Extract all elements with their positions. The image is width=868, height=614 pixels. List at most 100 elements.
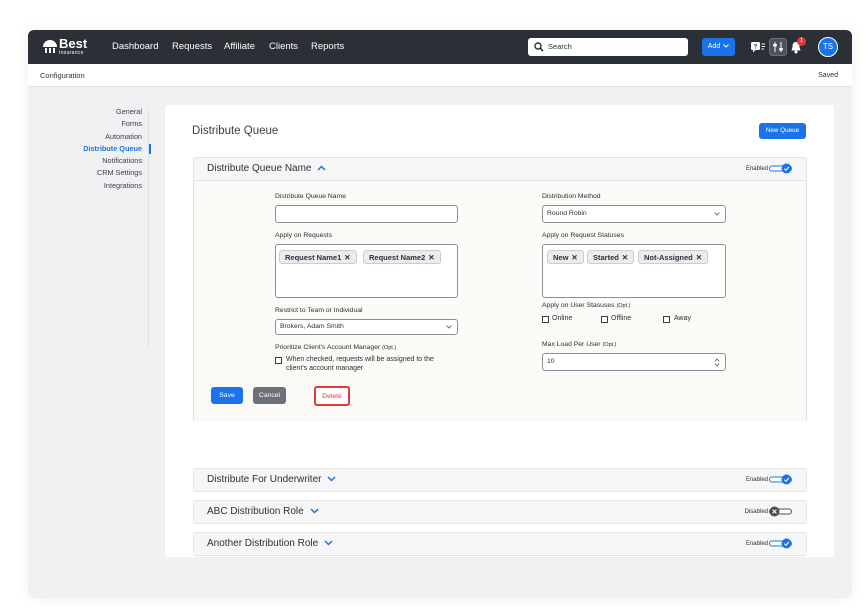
breadcrumb-bar: Configuration Saved: [28, 64, 852, 87]
apply-statuses-multiselect[interactable]: New ✕ Started ✕ Not-Assigned ✕: [542, 244, 726, 298]
brand-name: Best: [59, 36, 88, 51]
apply-requests-label: Apply on Requests: [275, 232, 333, 239]
nav-dashboard[interactable]: Dashboard: [112, 30, 158, 64]
new-queue-button[interactable]: New Queue: [759, 123, 806, 139]
status-tag[interactable]: Not-Assigned ✕: [638, 250, 709, 264]
request-tag-label: Request Name2: [369, 253, 426, 262]
chevron-down-icon: [446, 325, 452, 329]
away-checkbox[interactable]: [663, 316, 670, 323]
distribution-method-select[interactable]: Round Robin: [542, 205, 726, 223]
offline-label: Offline: [611, 315, 632, 322]
sidebar-item-notifications[interactable]: Notifications: [28, 155, 148, 167]
messages-icon[interactable]: ?: [750, 38, 766, 56]
queue-title-text: Distribute Queue Name: [207, 163, 312, 174]
prioritize-checkbox[interactable]: [275, 357, 282, 364]
svg-text:?: ?: [754, 45, 758, 51]
brand-logo[interactable]: Best Insurance: [42, 37, 102, 57]
nav-affiliate[interactable]: Affiliate: [224, 30, 255, 64]
queue-title-text: ABC Distribution Role: [207, 506, 304, 517]
queue-panel-header[interactable]: ABC Distribution Role Disabled: [194, 501, 806, 523]
user-avatar[interactable]: TS: [818, 37, 838, 57]
online-checkbox[interactable]: [542, 316, 549, 323]
queue-panel-header[interactable]: Distribute For Underwriter Enabled: [194, 469, 806, 491]
remove-tag-icon[interactable]: ✕: [428, 253, 434, 262]
search-input[interactable]: Search: [528, 38, 688, 56]
breadcrumb[interactable]: Configuration: [40, 64, 85, 87]
sidebar-item-crm-settings[interactable]: CRM Settings: [28, 167, 148, 179]
queue-title-text: Distribute For Underwriter: [207, 474, 322, 485]
prioritize-description-line2: client's account manager: [286, 365, 364, 372]
enabled-toggle[interactable]: [769, 538, 792, 549]
save-status: Saved: [818, 72, 838, 79]
user-status-label-text: Apply on User Stasuses: [542, 302, 615, 309]
apply-requests-multiselect[interactable]: Request Name1 ✕ Request Name2 ✕: [275, 244, 458, 298]
max-load-label-text: Max Load Per User: [542, 341, 601, 348]
max-load-stepper[interactable]: 10: [542, 353, 726, 371]
remove-tag-icon[interactable]: ✕: [622, 253, 628, 262]
request-tag[interactable]: Request Name2 ✕: [363, 250, 441, 264]
sidebar-item-automation[interactable]: Automation: [28, 131, 148, 143]
queue-panel-title: ABC Distribution Role: [207, 501, 319, 523]
chevron-down-icon[interactable]: [309, 508, 319, 514]
queue-form: Distribute Queue Name Apply on Requests …: [194, 180, 806, 422]
toggle-state-label: Enabled: [745, 166, 768, 172]
remove-tag-icon[interactable]: ✕: [696, 253, 702, 262]
top-nav-bar: Best Insurance Dashboard Requests Affili…: [28, 30, 852, 64]
search-icon: [534, 42, 544, 52]
sidebar-item-general[interactable]: General: [28, 106, 148, 118]
queue-panel-header[interactable]: Distribute Queue Name Enabled: [194, 158, 806, 180]
notifications-button[interactable]: 1: [790, 37, 808, 55]
distribution-method-label: Distribution Method: [542, 193, 601, 200]
remove-tag-icon[interactable]: ✕: [571, 253, 577, 262]
add-button[interactable]: Add: [702, 38, 735, 56]
sidebar-item-forms[interactable]: Forms: [28, 118, 148, 130]
user-status-label: Apply on User Stasuses (Opt.): [542, 302, 631, 309]
optional-tag: (Opt.): [616, 303, 631, 309]
cancel-button[interactable]: Cancel: [253, 387, 286, 404]
status-tag[interactable]: New ✕: [547, 250, 584, 264]
notification-badge: 1: [797, 37, 806, 46]
chevron-down-icon[interactable]: [324, 540, 333, 546]
prioritize-label: Prioritize Client's Account Manager (Opt…: [275, 344, 396, 351]
restrict-value: Brokers, Adam Smith: [280, 323, 344, 330]
chevron-down-icon[interactable]: [327, 476, 336, 482]
queue-panel-4: Another Distribution Role Enabled: [193, 532, 807, 556]
enabled-toggle[interactable]: [769, 163, 792, 174]
queue-panel-header[interactable]: Another Distribution Role Enabled: [194, 533, 806, 555]
nav-clients[interactable]: Clients: [269, 30, 298, 64]
max-load-value: 10: [547, 358, 555, 365]
prioritize-label-text: Prioritize Client's Account Manager: [275, 344, 381, 351]
nav-requests[interactable]: Requests: [172, 30, 212, 64]
toggle-state-label: Disabled: [744, 509, 768, 515]
disabled-toggle[interactable]: [769, 506, 792, 517]
enabled-toggle[interactable]: [769, 474, 792, 485]
queue-name-input[interactable]: [275, 205, 458, 223]
queue-panel-title: Distribute For Underwriter: [207, 469, 336, 491]
status-tag[interactable]: Started ✕: [587, 250, 635, 264]
stepper-arrows-icon[interactable]: [714, 357, 720, 367]
nav-reports[interactable]: Reports: [311, 30, 344, 64]
restrict-label: Restrict to Team or Individual: [275, 307, 363, 314]
request-tag[interactable]: Request Name1 ✕: [279, 250, 357, 264]
sidebar-item-distribute-queue[interactable]: Distribute Queue: [28, 143, 151, 155]
remove-tag-icon[interactable]: ✕: [344, 253, 350, 262]
add-button-label: Add: [707, 43, 721, 50]
queue-panel-1: Distribute Queue Name Enabled Distribute…: [193, 157, 807, 422]
distribution-method-value: Round Robin: [547, 210, 587, 217]
settings-sliders-icon[interactable]: [769, 38, 787, 56]
status-tag-label: Started: [593, 253, 619, 262]
app-window: Best Insurance Dashboard Requests Affili…: [28, 30, 852, 598]
chevron-up-icon[interactable]: [317, 165, 326, 171]
restrict-select[interactable]: Brokers, Adam Smith: [275, 319, 458, 335]
sidebar-item-integrations[interactable]: Integrations: [28, 180, 148, 192]
queue-name-label: Distribute Queue Name: [275, 193, 347, 200]
delete-button[interactable]: Delete: [314, 386, 350, 406]
save-button[interactable]: Save: [211, 387, 243, 404]
status-tag-label: Not-Assigned: [644, 253, 693, 262]
status-tag-label: New: [553, 253, 569, 262]
queue-title-text: Another Distribution Role: [207, 538, 319, 549]
queue-panel-3: ABC Distribution Role Disabled: [193, 500, 807, 524]
queue-panel-title: Another Distribution Role: [207, 533, 333, 555]
toggle-state-label: Enabled: [745, 541, 768, 547]
offline-checkbox[interactable]: [601, 316, 608, 323]
